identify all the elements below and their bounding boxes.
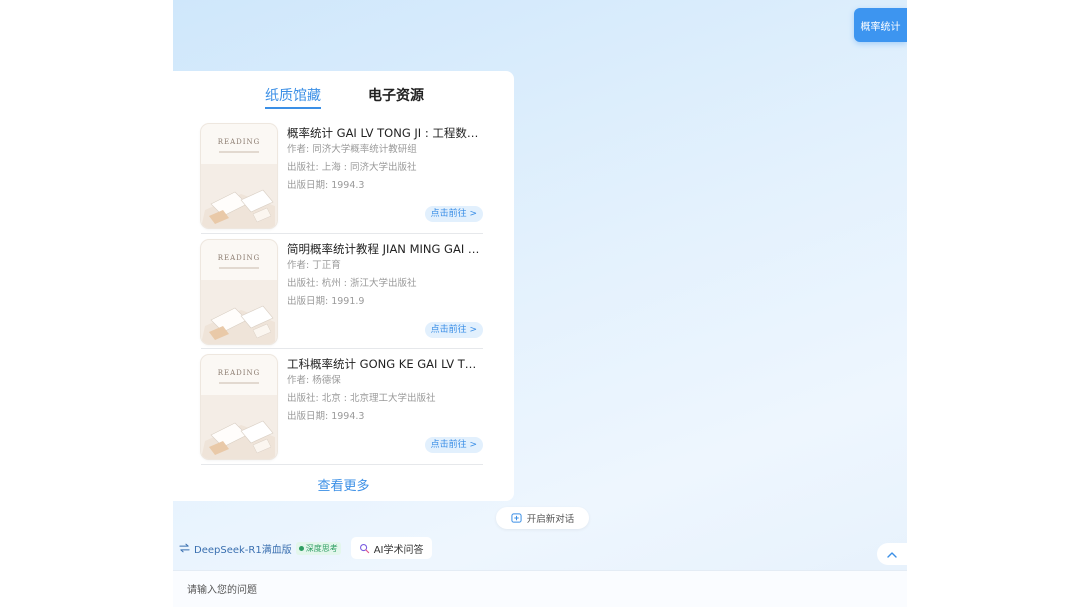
- library-result-card: 纸质馆藏 电子资源 READING 概率统计 GAI LV TONG JI : …: [173, 71, 514, 501]
- book-info: 概率统计 GAI LV TONG JI : 工程数学 ... 作者: 同济大学概…: [287, 122, 483, 195]
- book-cover: READING: [201, 240, 277, 344]
- book-author: 作者: 杨德保: [287, 375, 341, 386]
- book-title[interactable]: 简明概率统计教程 JIAN MING GAI LV...: [287, 241, 483, 257]
- book-item: READING 工科概率统计 GONG KE GAI LV TON... 作者:…: [201, 353, 483, 461]
- tab-paper-collection[interactable]: 纸质馆藏: [265, 87, 321, 109]
- go-to-book-button[interactable]: 点击前往 >: [424, 206, 483, 222]
- model-toolbar: DeepSeek-R1满血版 深度思考 AI学术问答: [179, 537, 432, 559]
- cover-divider: [219, 151, 259, 153]
- new-chat-label: 开启新对话: [526, 514, 575, 525]
- cover-illustration: [201, 164, 277, 228]
- book-date: 出版日期: 1994.3: [287, 180, 365, 191]
- ai-academic-qa-button[interactable]: AI学术问答: [350, 537, 432, 559]
- resource-tabs: 纸质馆藏 电子资源: [173, 87, 514, 113]
- model-name: DeepSeek-R1满血版: [194, 544, 292, 556]
- swap-icon: [179, 543, 190, 553]
- book-title[interactable]: 工科概率统计 GONG KE GAI LV TON...: [287, 356, 483, 372]
- book-info: 简明概率统计教程 JIAN MING GAI LV... 作者: 丁正育 出版社…: [287, 238, 483, 311]
- book-item: READING 简明概率统计教程 JIAN MING GAI LV... 作者:…: [201, 238, 483, 346]
- book-cover: READING: [201, 124, 277, 228]
- chevron-up-icon: [887, 551, 897, 558]
- chat-window: 概率统计 纸质馆藏 电子资源 READING 概率统计 GAI LV TONG …: [173, 0, 907, 607]
- book-author: 作者: 同济大学概率统计教研组: [287, 144, 417, 155]
- new-chat-icon: [511, 512, 522, 523]
- tab-electronic-resources[interactable]: 电子资源: [368, 87, 424, 105]
- cover-title-text: READING: [217, 254, 261, 262]
- deep-think-dot-icon: [298, 545, 304, 551]
- scroll-to-top-button[interactable]: [877, 543, 907, 565]
- go-to-book-button[interactable]: 点击前往 >: [424, 322, 483, 338]
- new-chat-button[interactable]: 开启新对话: [496, 507, 589, 529]
- deep-think-label: 深度思考: [305, 543, 338, 553]
- deep-think-toggle[interactable]: 深度思考: [295, 541, 341, 555]
- book-author: 作者: 丁正育: [287, 260, 341, 271]
- cover-title-text: READING: [217, 138, 261, 146]
- message-input-bar: [173, 570, 907, 607]
- academic-search-icon: [359, 543, 369, 553]
- ai-academic-qa-label: AI学术问答: [373, 544, 424, 556]
- book-item: READING 概率统计 GAI LV TONG JI : 工程数学 ... 作…: [201, 122, 483, 230]
- divider: [201, 464, 483, 465]
- cover-divider: [219, 382, 259, 384]
- question-input[interactable]: [185, 577, 869, 603]
- cover-illustration: [201, 395, 277, 459]
- cover-divider: [219, 267, 259, 269]
- model-selector[interactable]: DeepSeek-R1满血版: [179, 541, 292, 556]
- go-to-book-button[interactable]: 点击前往 >: [424, 437, 483, 453]
- book-title[interactable]: 概率统计 GAI LV TONG JI : 工程数学 ...: [287, 125, 483, 141]
- book-publisher: 出版社: 北京 : 北京理工大学出版社: [287, 393, 436, 404]
- book-date: 出版日期: 1994.3: [287, 411, 365, 422]
- book-cover: READING: [201, 355, 277, 459]
- cover-illustration: [201, 280, 277, 344]
- book-info: 工科概率统计 GONG KE GAI LV TON... 作者: 杨德保 出版社…: [287, 353, 483, 426]
- book-date: 出版日期: 1991.9: [287, 296, 365, 307]
- divider: [201, 233, 483, 234]
- divider: [201, 348, 483, 349]
- book-publisher: 出版社: 上海 : 同济大学出版社: [287, 162, 417, 173]
- book-publisher: 出版社: 杭州 : 浙江大学出版社: [287, 278, 417, 289]
- view-more-link[interactable]: 查看更多: [173, 475, 514, 494]
- user-query-bubble: 概率统计: [854, 8, 907, 42]
- cover-title-text: READING: [217, 369, 261, 377]
